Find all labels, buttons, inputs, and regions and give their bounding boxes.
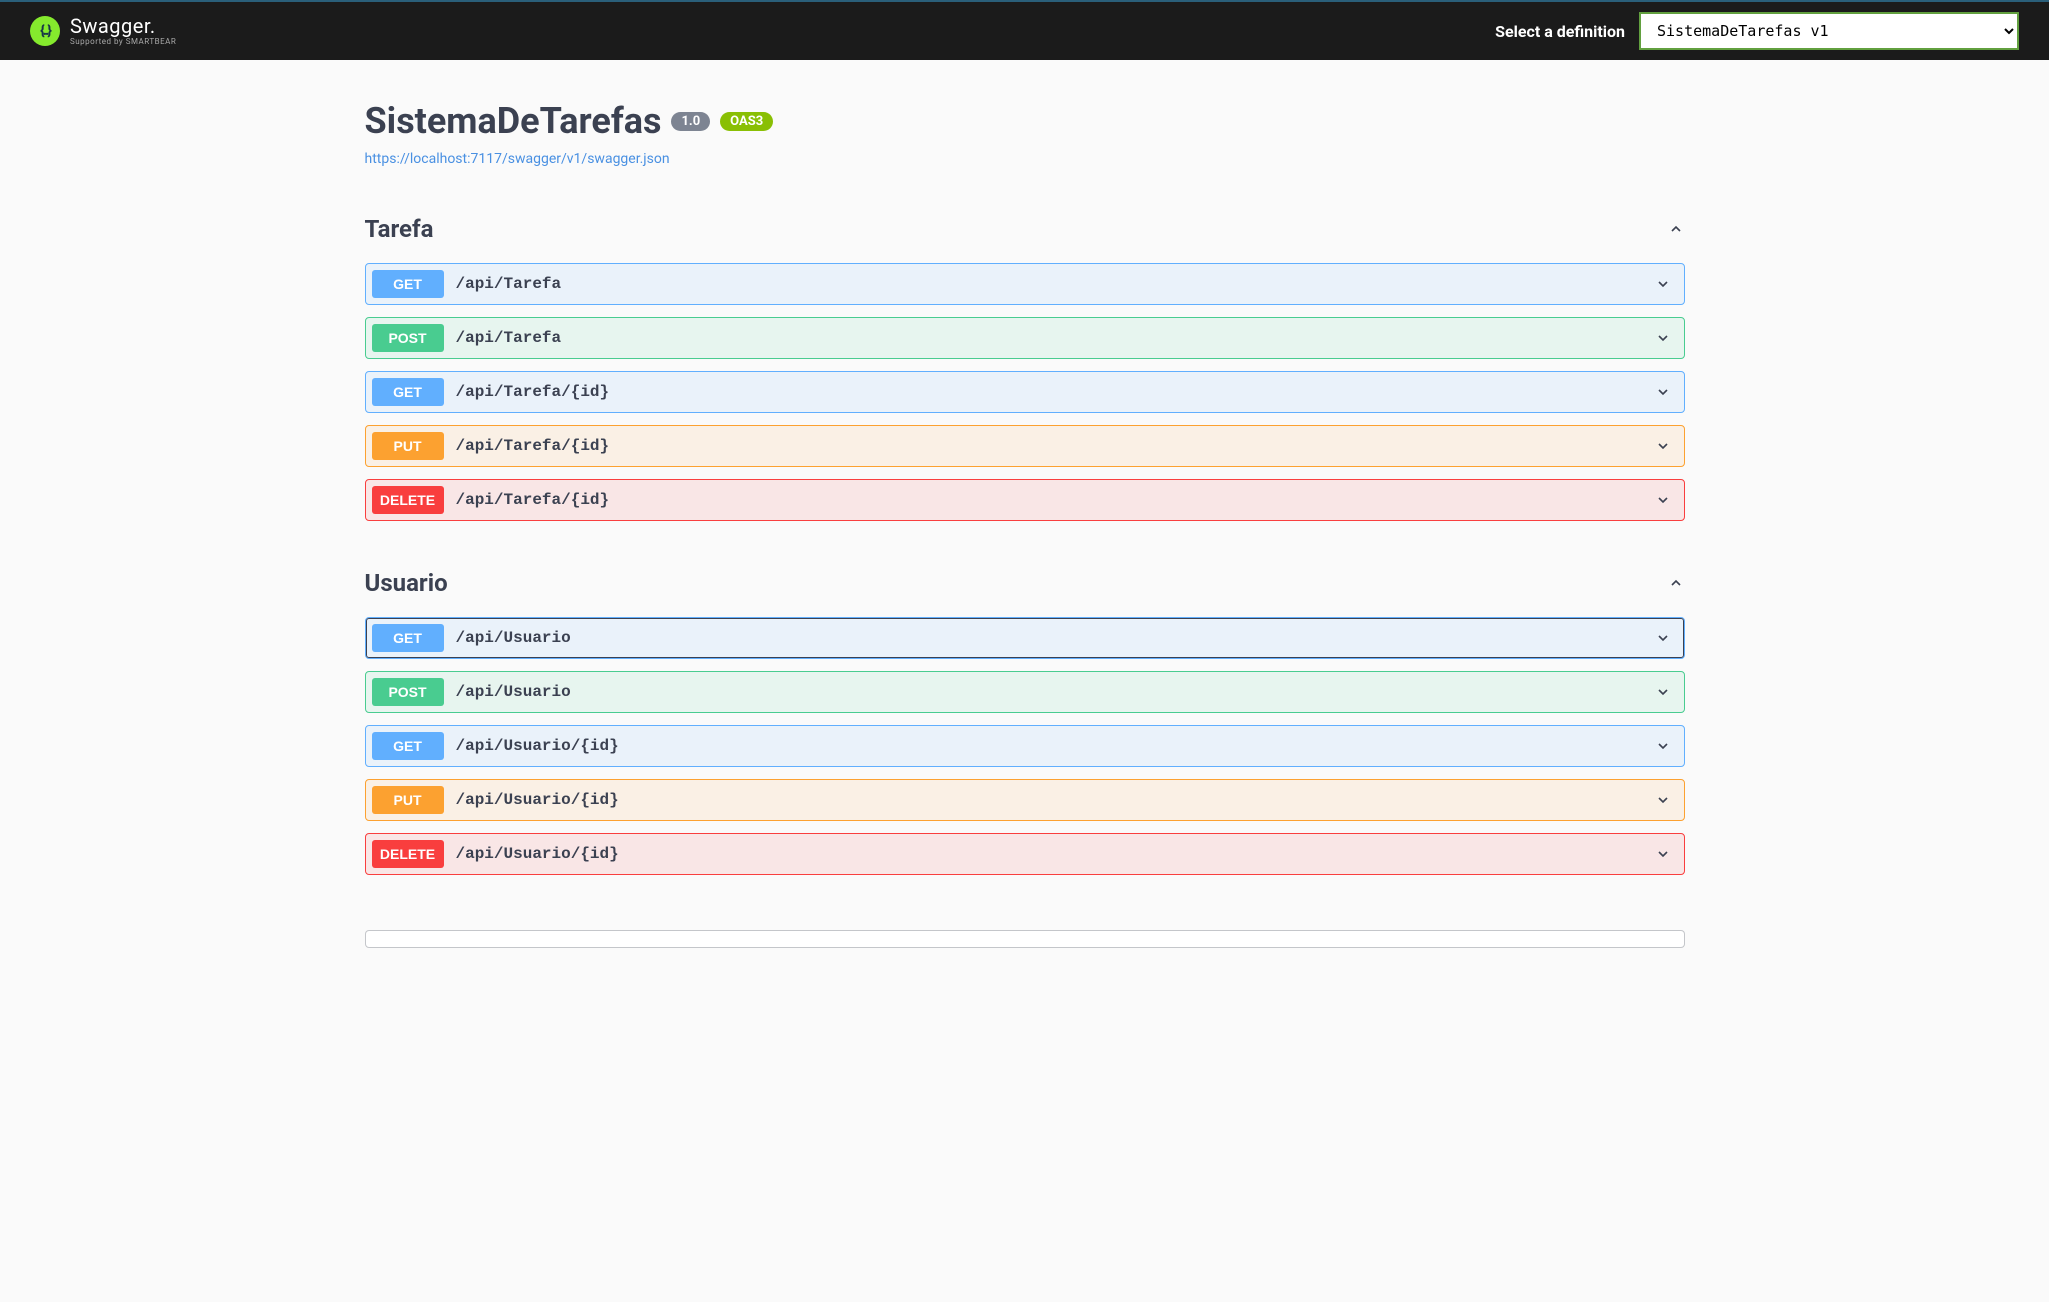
operation-path: /api/Tarefa [456,329,562,347]
operation-summary: DELETE/api/Usuario/{id} [372,840,619,868]
method-badge: GET [372,378,444,406]
tag-name: Tarefa [365,215,434,243]
operation-summary: PUT/api/Tarefa/{id} [372,432,610,460]
operation-row[interactable]: POST/api/Tarefa [365,317,1685,359]
chevron-down-icon [1654,845,1672,863]
operation-row[interactable]: PUT/api/Tarefa/{id} [365,425,1685,467]
schemas-section[interactable] [365,930,1685,948]
operation-row[interactable]: GET/api/Usuario [365,617,1685,659]
operation-row[interactable]: DELETE/api/Tarefa/{id} [365,479,1685,521]
logo[interactable]: {..} Swagger. Supported by SMARTBEAR [30,16,176,46]
method-badge: DELETE [372,486,444,514]
method-badge: GET [372,732,444,760]
operation-row[interactable]: GET/api/Tarefa/{id} [365,371,1685,413]
method-badge: GET [372,270,444,298]
main-content: SistemaDeTarefas 1.0 OAS3 https://localh… [365,60,1685,988]
operation-path: /api/Usuario/{id} [456,845,619,863]
brand-name: Swagger. [70,16,176,36]
definition-select[interactable]: SistemaDeTarefas v1 [1639,12,2019,50]
chevron-down-icon [1654,629,1672,647]
chevron-down-icon [1654,329,1672,347]
swagger-logo-icon: {..} [30,16,60,46]
brand-subtitle: Supported by SMARTBEAR [70,38,176,46]
operation-path: /api/Usuario [456,683,571,701]
oas-badge: OAS3 [720,112,773,131]
chevron-up-icon [1667,574,1685,592]
operation-row[interactable]: GET/api/Tarefa [365,263,1685,305]
operation-summary: GET/api/Tarefa [372,270,562,298]
operation-path: /api/Usuario [456,629,571,647]
tag-header[interactable]: Usuario [365,569,1685,605]
operation-summary: GET/api/Usuario [372,624,571,652]
operation-summary: POST/api/Usuario [372,678,571,706]
operation-summary: GET/api/Tarefa/{id} [372,378,610,406]
chevron-down-icon [1654,383,1672,401]
topbar: {..} Swagger. Supported by SMARTBEAR Sel… [0,0,2049,60]
definition-selector: Select a definition SistemaDeTarefas v1 [1495,12,2019,50]
chevron-down-icon [1654,491,1672,509]
tag-header[interactable]: Tarefa [365,215,1685,251]
api-title: SistemaDeTarefas [365,100,662,142]
method-badge: POST [372,324,444,352]
definition-label: Select a definition [1495,22,1625,41]
method-badge: POST [372,678,444,706]
method-badge: PUT [372,432,444,460]
operation-summary: DELETE/api/Tarefa/{id} [372,486,610,514]
version-badge: 1.0 [671,112,710,131]
tag-name: Usuario [365,569,448,597]
operation-path: /api/Tarefa/{id} [456,383,610,401]
method-badge: GET [372,624,444,652]
operation-path: /api/Usuario/{id} [456,737,619,755]
operation-row[interactable]: PUT/api/Usuario/{id} [365,779,1685,821]
operation-summary: GET/api/Usuario/{id} [372,732,619,760]
operation-row[interactable]: GET/api/Usuario/{id} [365,725,1685,767]
chevron-down-icon [1654,737,1672,755]
method-badge: PUT [372,786,444,814]
operation-summary: POST/api/Tarefa [372,324,562,352]
operation-row[interactable]: POST/api/Usuario [365,671,1685,713]
chevron-down-icon [1654,683,1672,701]
chevron-down-icon [1654,275,1672,293]
operation-path: /api/Tarefa/{id} [456,491,610,509]
operation-path: /api/Usuario/{id} [456,791,619,809]
operation-row[interactable]: DELETE/api/Usuario/{id} [365,833,1685,875]
tag-section: TarefaGET/api/TarefaPOST/api/TarefaGET/a… [365,215,1685,521]
api-title-row: SistemaDeTarefas 1.0 OAS3 [365,100,1685,142]
chevron-down-icon [1654,437,1672,455]
method-badge: DELETE [372,840,444,868]
spec-url-link[interactable]: https://localhost:7117/swagger/v1/swagge… [365,151,670,167]
chevron-up-icon [1667,220,1685,238]
tag-section: UsuarioGET/api/UsuarioPOST/api/UsuarioGE… [365,569,1685,875]
operation-summary: PUT/api/Usuario/{id} [372,786,619,814]
operation-path: /api/Tarefa/{id} [456,437,610,455]
operation-path: /api/Tarefa [456,275,562,293]
logo-text: Swagger. Supported by SMARTBEAR [70,16,176,46]
chevron-down-icon [1654,791,1672,809]
